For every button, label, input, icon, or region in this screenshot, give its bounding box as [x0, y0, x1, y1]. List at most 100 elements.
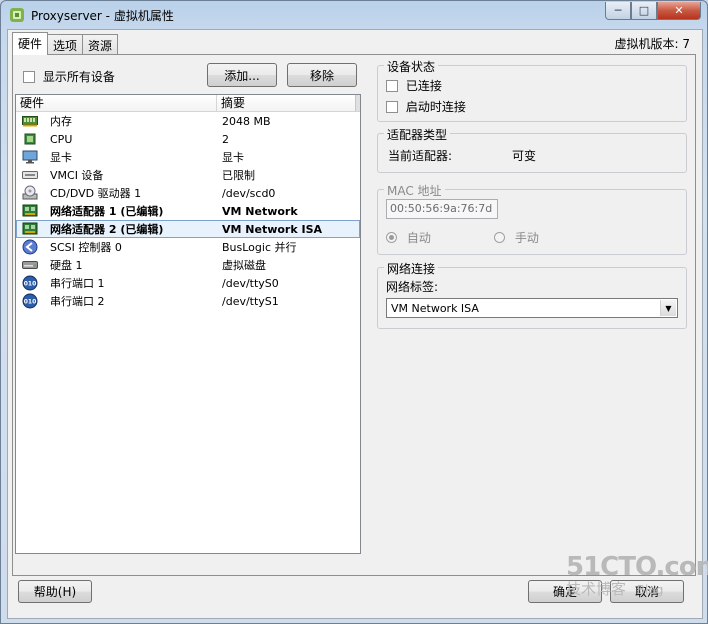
cpu-icon: [22, 132, 38, 146]
network-adapter-icon: [22, 204, 38, 218]
hardware-summary: /dev/ttyS1: [222, 294, 279, 308]
scsi-controller-icon: [22, 239, 38, 255]
mac-manual-option[interactable]: 手动: [494, 229, 539, 246]
hardware-name: 显卡: [50, 151, 72, 164]
hardware-name: 内存: [50, 115, 72, 128]
hardware-name: SCSI 控制器 0: [50, 241, 122, 254]
chevron-down-icon[interactable]: ▼: [660, 300, 676, 316]
column-header-hardware[interactable]: 硬件: [16, 95, 217, 111]
vm-version-label: 虚拟机版本: 7: [614, 37, 691, 51]
hardware-row[interactable]: 网络适配器 1 (已编辑) VM Network: [16, 202, 360, 220]
current-adapter-value: 可变: [512, 149, 537, 163]
mac-address-legend: MAC 地址: [384, 182, 445, 199]
hardware-list-header: 硬件 摘要: [16, 95, 360, 112]
hardware-name-cell: 010 串行端口 1: [16, 275, 217, 291]
hardware-row[interactable]: 显卡 显卡: [16, 148, 360, 166]
hardware-summary: /dev/scd0: [222, 186, 276, 200]
hardware-name: CPU: [50, 132, 73, 146]
connect-at-power-on-checkbox[interactable]: [386, 101, 398, 113]
hardware-name-cell: SCSI 控制器 0: [16, 239, 217, 255]
column-header-summary[interactable]: 摘要: [217, 95, 355, 111]
hardware-summary: BusLogic 并行: [222, 241, 297, 254]
connect-at-power-on-option[interactable]: 启动时连接: [386, 98, 466, 115]
hardware-name-cell: 010 串行端口 2: [16, 293, 217, 309]
hardware-list: 硬件 摘要 内存 2048 MB CPU 2 显卡 显卡 VMCI 设备 已限制 CD/DVD …: [15, 94, 361, 554]
connected-label: 已连接: [405, 79, 442, 93]
maximize-button[interactable]: □: [631, 2, 657, 20]
cancel-button[interactable]: 取消: [610, 580, 684, 603]
help-button[interactable]: 帮助(H): [18, 580, 92, 603]
network-connection-legend: 网络连接: [384, 260, 439, 277]
network-adapter-icon: [22, 222, 38, 236]
network-label-dropdown[interactable]: VM Network ISA ▼: [386, 298, 678, 318]
hardware-name: 网络适配器 1 (已编辑): [50, 205, 164, 218]
hardware-row[interactable]: SCSI 控制器 0 BusLogic 并行: [16, 238, 360, 256]
tab-hardware[interactable]: 硬件: [12, 32, 49, 55]
network-connection-group: 网络连接 网络标签: VM Network ISA ▼: [377, 260, 687, 329]
hardware-name: 网络适配器 2 (已编辑): [50, 223, 164, 236]
title-bar: Proxyserver - 虚拟机属性 ─ □ ✕: [1, 1, 707, 29]
svg-text:010: 010: [24, 281, 37, 288]
hardware-name: 硬盘 1: [50, 259, 83, 272]
close-button[interactable]: ✕: [657, 2, 701, 20]
mac-address-field[interactable]: 00:50:56:9a:76:7d: [386, 199, 498, 219]
hardware-row[interactable]: 硬盘 1 虚拟磁盘: [16, 256, 360, 274]
hardware-summary: /dev/ttyS0: [222, 276, 279, 290]
hardware-tab-panel: 显示所有设备 添加... 移除 硬件 摘要 内存 2048 MB CPU 2 显卡 显卡 V…: [12, 54, 696, 576]
monitor-icon: [22, 150, 38, 164]
remove-hardware-button[interactable]: 移除: [287, 63, 357, 87]
vmci-icon: [22, 168, 38, 182]
show-all-devices-label: 显示所有设备: [42, 70, 115, 84]
list-scrollbar[interactable]: [355, 95, 360, 111]
hardware-row[interactable]: 010 串行端口 2/dev/ttyS1: [16, 292, 360, 310]
ok-button[interactable]: 确定: [528, 580, 602, 603]
hard-disk-icon: [22, 258, 38, 272]
hardware-row[interactable]: 网络适配器 2 (已编辑) VM Network ISA: [16, 220, 360, 238]
hardware-name-cell: 网络适配器 1 (已编辑): [16, 203, 217, 219]
current-adapter-label: 当前适配器:: [388, 149, 453, 163]
show-all-devices-option[interactable]: 显示所有设备: [23, 68, 115, 85]
hardware-row[interactable]: CD/DVD 驱动器 1/dev/scd0: [16, 184, 360, 202]
hardware-rows: 内存 2048 MB CPU 2 显卡 显卡 VMCI 设备 已限制 CD/DVD 驱动器 1/…: [16, 112, 360, 310]
close-icon: ✕: [674, 4, 684, 17]
hardware-summary: 2048 MB: [222, 114, 271, 128]
serial-port-icon: 010: [22, 293, 38, 309]
dialog-client-area: 硬件 选项 资源 虚拟机版本: 7 显示所有设备 添加... 移除 硬件 摘要 …: [7, 29, 703, 619]
add-hardware-button[interactable]: 添加...: [207, 63, 277, 87]
hardware-row[interactable]: CPU 2: [16, 130, 360, 148]
tab-strip: 硬件 选项 资源: [12, 32, 119, 55]
hardware-summary: VM Network: [222, 204, 298, 218]
connected-option[interactable]: 已连接: [386, 77, 442, 94]
mac-manual-radio[interactable]: [494, 232, 505, 243]
window-title: Proxyserver - 虚拟机属性: [31, 9, 174, 23]
hardware-row[interactable]: VMCI 设备 已限制: [16, 166, 360, 184]
network-label-caption: 网络标签:: [386, 280, 439, 294]
adapter-type-group: 适配器类型 当前适配器: 可变: [377, 126, 687, 173]
minimize-icon: ─: [614, 4, 622, 17]
hardware-name-cell: 网络适配器 2 (已编辑): [16, 221, 217, 237]
vm-properties-window: Proxyserver - 虚拟机属性 ─ □ ✕ 硬件 选项 资源 虚拟机版本…: [0, 0, 708, 624]
hardware-name-cell: 显卡: [16, 149, 217, 165]
mac-automatic-option[interactable]: 自动: [386, 229, 431, 246]
hardware-name: CD/DVD 驱动器 1: [50, 187, 142, 200]
minimize-button[interactable]: ─: [605, 2, 631, 20]
tab-resources[interactable]: 资源: [82, 34, 119, 54]
connect-at-power-on-label: 启动时连接: [405, 100, 466, 114]
hardware-row[interactable]: 010 串行端口 1/dev/ttyS0: [16, 274, 360, 292]
mac-automatic-radio[interactable]: [386, 232, 397, 243]
hardware-name-cell: CPU: [16, 132, 217, 146]
hardware-row[interactable]: 内存 2048 MB: [16, 112, 360, 130]
tab-options[interactable]: 选项: [47, 34, 84, 54]
hardware-summary: VM Network ISA: [222, 222, 323, 236]
connected-checkbox[interactable]: [386, 80, 398, 92]
device-status-group: 设备状态 已连接 启动时连接: [377, 58, 687, 122]
mac-manual-label: 手动: [514, 231, 539, 245]
hardware-summary: 显卡: [222, 151, 244, 164]
hardware-name-cell: 硬盘 1: [16, 257, 217, 273]
hardware-summary: 已限制: [222, 169, 255, 182]
maximize-icon: □: [638, 4, 650, 17]
cd-dvd-icon: [22, 185, 38, 200]
memory-icon: [22, 114, 38, 128]
mac-address-group: MAC 地址 00:50:56:9a:76:7d 自动 手动: [377, 182, 687, 255]
show-all-devices-checkbox[interactable]: [23, 71, 35, 83]
